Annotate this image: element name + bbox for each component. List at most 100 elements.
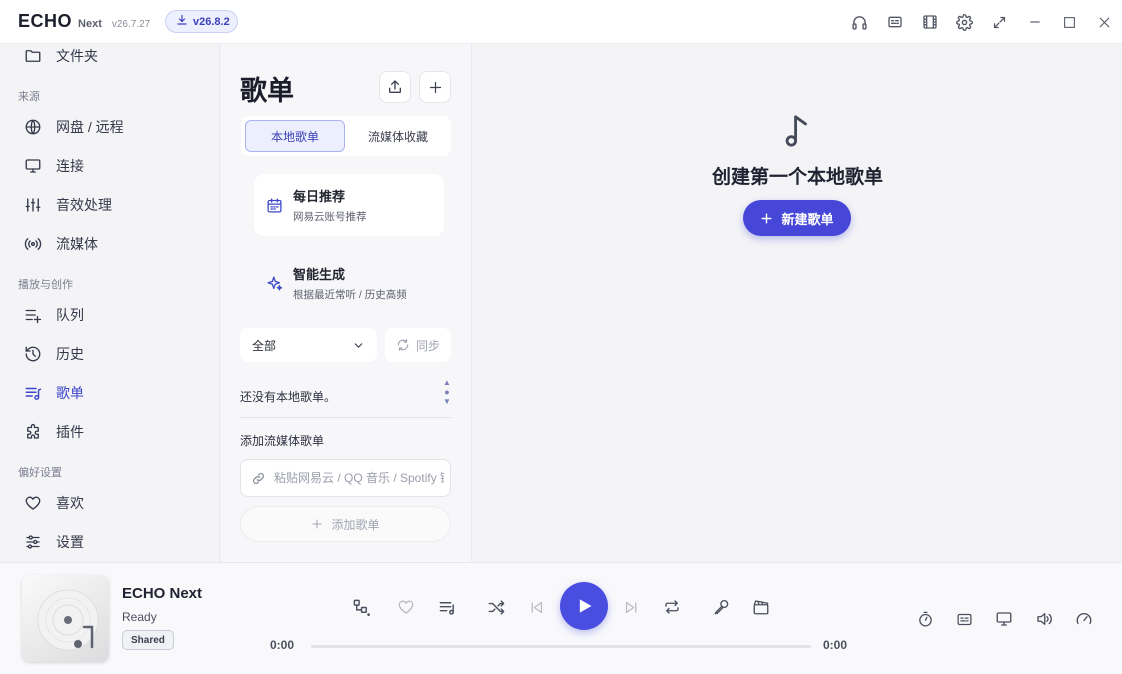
sidebar-item-label: 歌单: [56, 385, 84, 401]
calendar-icon: [267, 197, 282, 213]
fullscreen-icon[interactable]: [982, 0, 1017, 44]
maximize-icon[interactable]: [1052, 0, 1087, 44]
vinyl-icon: [37, 589, 99, 651]
equalizer-icon: [25, 198, 41, 212]
card-subtitle: 网易云账号推荐: [293, 211, 367, 223]
lyrics-card-icon[interactable]: [877, 0, 912, 44]
microphone-button[interactable]: [709, 594, 735, 620]
scroll-indicator[interactable]: ▲ ● ▼: [441, 378, 453, 406]
add-streaming-label: 添加流媒体歌单: [240, 434, 325, 448]
history-icon: [25, 346, 41, 362]
globe-icon: [25, 119, 41, 135]
player-bar: ECHO Next Ready Shared 0:00 0:00: [0, 562, 1122, 674]
import-button[interactable]: [379, 71, 411, 103]
plus-icon: [312, 519, 322, 529]
close-icon[interactable]: [1087, 0, 1122, 44]
previous-button[interactable]: [523, 594, 549, 620]
film-icon[interactable]: [912, 0, 947, 44]
daily-recommend-card[interactable]: 每日推荐 网易云账号推荐: [254, 174, 444, 236]
playlist-panel: 歌单 本地歌单 流媒体收藏 每日推荐 网易云账号推荐 智能生成 根据最近常听 /…: [221, 44, 472, 562]
refresh-icon: [397, 339, 409, 351]
sidebar-item-label: 文件夹: [56, 48, 98, 64]
filter-select[interactable]: 全部: [240, 328, 377, 362]
page-title: 歌单: [240, 76, 294, 106]
divider: [240, 417, 451, 418]
sync-button[interactable]: 同步: [385, 328, 451, 362]
heart-icon: [398, 600, 414, 614]
volume-button[interactable]: [1032, 607, 1056, 631]
app-sub: Next: [78, 18, 102, 30]
new-playlist-label: 新建歌单: [781, 211, 834, 227]
section-label-playback: 播放与创作: [18, 279, 73, 291]
sidebar-item-playlists[interactable]: 歌单: [18, 378, 208, 408]
upload-icon: [389, 80, 401, 93]
headphones-icon[interactable]: [842, 0, 877, 44]
current-time: 0:00: [270, 638, 295, 652]
output-device-button[interactable]: [992, 607, 1016, 631]
gauge-icon: [1076, 613, 1092, 625]
like-button[interactable]: [393, 594, 419, 620]
sidebar-item-queue[interactable]: 队列: [18, 300, 208, 330]
track-title: ECHO Next: [122, 585, 203, 602]
sidebar-item-settings[interactable]: 设置: [18, 527, 208, 557]
playlist-url-field[interactable]: [240, 459, 451, 497]
shared-badge: Shared: [122, 630, 174, 650]
app-brand: ECHO Next v26.7.27: [18, 11, 150, 32]
sleep-timer-button[interactable]: [913, 607, 937, 631]
app-version: v26.7.27: [111, 19, 151, 30]
clapperboard-icon: [753, 600, 769, 615]
sidebar-item-label: 设置: [56, 534, 84, 550]
gear-icon[interactable]: [947, 0, 982, 44]
shuffle-button[interactable]: [483, 594, 509, 620]
plus-icon: [429, 81, 441, 93]
sidebar-item-label: 插件: [56, 424, 84, 440]
sync-label: 同步: [415, 338, 440, 353]
next-button[interactable]: [618, 594, 644, 620]
skip-forward-icon: [625, 601, 636, 613]
update-button[interactable]: v26.8.2: [165, 10, 238, 33]
app-name: ECHO: [18, 11, 73, 31]
new-playlist-button[interactable]: 新建歌单: [743, 200, 851, 236]
sidebar-item-folder[interactable]: 文件夹: [18, 41, 208, 71]
section-label-preferences: 偏好设置: [18, 467, 62, 479]
title-bar: ECHO Next v26.7.27 v26.8.2: [0, 0, 1122, 44]
video-button[interactable]: [748, 594, 774, 620]
repeat-button[interactable]: [659, 594, 685, 620]
link-icon: [253, 472, 264, 484]
sidebar-item-cloud-remote[interactable]: 网盘 / 远程: [18, 112, 208, 142]
playlist-url-input[interactable]: [274, 471, 444, 485]
progress-bar[interactable]: [311, 645, 811, 648]
sliders-icon: [26, 535, 40, 549]
sidebar-item-connect[interactable]: 连接: [18, 151, 208, 181]
add-playlist-button[interactable]: [419, 71, 451, 103]
nodes-icon: [353, 599, 370, 616]
play-button[interactable]: [560, 582, 608, 630]
sidebar-item-history[interactable]: 历史: [18, 339, 208, 369]
add-button-label: 添加歌单: [331, 517, 380, 532]
section-label-sources: 来源: [18, 91, 40, 103]
empty-playlists-note: 还没有本地歌单。: [240, 390, 337, 404]
download-icon: [176, 14, 188, 29]
speed-button[interactable]: [1072, 607, 1096, 631]
chevron-down-icon: [354, 342, 363, 348]
add-to-playlist-button[interactable]: [434, 594, 460, 620]
tab-local-playlists[interactable]: 本地歌单: [245, 120, 345, 152]
sidebar-item-label: 流媒体: [56, 236, 98, 252]
sidebar-item-plugins[interactable]: 插件: [18, 417, 208, 447]
sidebar-item-audio-effects[interactable]: 音效处理: [18, 190, 208, 220]
update-version: v26.8.2: [193, 15, 230, 28]
volume-icon: [1037, 613, 1052, 625]
smart-generate-card[interactable]: 智能生成 根据最近常听 / 历史高频: [254, 252, 444, 314]
lyrics-button[interactable]: [952, 607, 976, 631]
tab-streaming-favorites[interactable]: 流媒体收藏: [349, 120, 447, 152]
add-streaming-playlist-button[interactable]: 添加歌单: [240, 506, 451, 542]
total-time: 0:00: [823, 638, 848, 652]
heart-icon: [25, 496, 41, 510]
main-content: 创建第一个本地歌单 新建歌单: [473, 44, 1122, 562]
sidebar-item-label: 历史: [56, 346, 84, 362]
sidebar-item-favorites[interactable]: 喜欢: [18, 488, 208, 518]
album-cover[interactable]: [22, 575, 109, 662]
cast-button[interactable]: [348, 594, 374, 620]
minimize-icon[interactable]: [1017, 0, 1052, 44]
sidebar-item-streaming[interactable]: 流媒体: [18, 229, 208, 259]
